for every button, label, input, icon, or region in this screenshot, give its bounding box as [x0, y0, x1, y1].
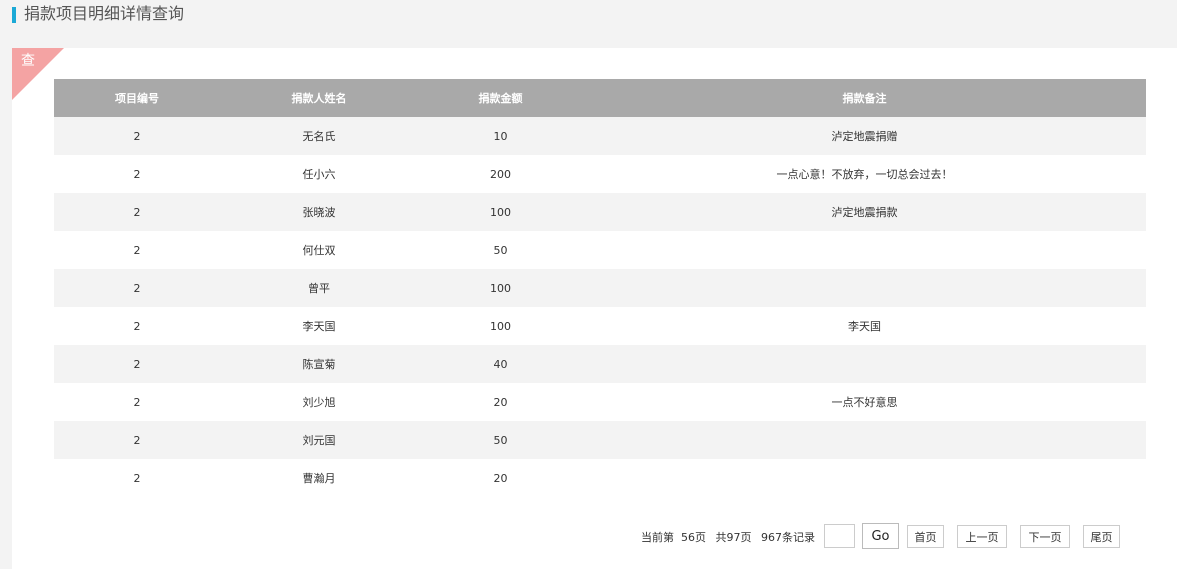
column-header-remark: 捐款备注: [842, 92, 887, 105]
cell-project-id: 2: [133, 281, 141, 295]
cell-amount: 10: [493, 129, 508, 143]
column-header-project-id: 项目编号: [115, 92, 159, 105]
table-row: 2 曹瀚月 20: [54, 459, 1146, 497]
cell-amount: 200: [490, 167, 511, 181]
cell-amount: 40: [493, 357, 508, 371]
cell-amount: 100: [490, 281, 511, 295]
last-page-button[interactable]: 尾页: [1083, 525, 1120, 548]
page-title: 捐款项目明细详情查询: [24, 4, 185, 23]
table-row: 2 曾平 100: [54, 269, 1146, 307]
cell-remark: [583, 269, 1146, 307]
cell-amount: 50: [493, 433, 508, 447]
cell-project-id: 2: [133, 205, 141, 219]
cell-amount: 100: [490, 319, 511, 333]
cell-donor-name: 陈宣菊: [302, 358, 336, 371]
cell-project-id: 2: [133, 319, 141, 333]
cell-donor-name: 何仕双: [302, 244, 336, 257]
column-header-donor-name: 捐款人姓名: [291, 92, 347, 105]
cell-donor-name: 刘元国: [302, 434, 336, 447]
cell-remark: 一点心意！不放弃，一切总会过去！: [776, 168, 953, 181]
cell-donor-name: 任小六: [302, 168, 336, 181]
table-row: 2 李天国 100 李天国: [54, 307, 1146, 345]
cell-project-id: 2: [133, 357, 141, 371]
table-row: 2 刘少旭 20 一点不好意思: [54, 383, 1146, 421]
page-header: 捐款项目明细详情查询: [0, 0, 1177, 30]
cell-project-id: 2: [133, 395, 141, 409]
cell-remark: [583, 345, 1146, 383]
table-row: 2 何仕双 50: [54, 231, 1146, 269]
first-page-button[interactable]: 首页: [907, 525, 944, 548]
current-page-text: 当前第 56页: [641, 531, 706, 544]
cell-remark: [583, 231, 1146, 269]
page-number-input[interactable]: [824, 524, 855, 548]
cell-remark: 一点不好意思: [831, 396, 898, 409]
cell-remark: [583, 421, 1146, 459]
table-row: 2 无名氏 10 泸定地震捐赠: [54, 117, 1146, 155]
cell-project-id: 2: [133, 129, 141, 143]
pagination-bar: 当前第 56页 共97页 967条记录 Go 首页 上一页 下一页 尾页: [12, 523, 1177, 549]
cell-amount: 20: [493, 471, 508, 485]
table-row: 2 张晓波 100 泸定地震捐款: [54, 193, 1146, 231]
total-records-text: 967条记录: [761, 531, 815, 544]
cell-remark: 泸定地震捐赠: [831, 130, 898, 143]
table-row: 2 任小六 200 一点心意！不放弃，一切总会过去！: [54, 155, 1146, 193]
table-row: 2 陈宣菊 40: [54, 345, 1146, 383]
prev-page-button[interactable]: 上一页: [957, 525, 1007, 548]
cell-remark: 泸定地震捐款: [831, 206, 898, 219]
total-pages-text: 共97页: [715, 531, 752, 544]
title-accent-bar: [12, 7, 16, 23]
cell-donor-name: 曾平: [308, 282, 330, 295]
cell-remark: [583, 459, 1146, 497]
next-page-button[interactable]: 下一页: [1020, 525, 1070, 548]
cell-amount: 100: [490, 205, 511, 219]
table-header-row: 项目编号 捐款人姓名 捐款金额 捐款备注: [54, 79, 1146, 117]
cell-donor-name: 刘少旭: [302, 396, 336, 409]
content-panel: 查 项目编号 捐款人姓名 捐款金额 捐款备注 2 无名氏 10 泸定地震捐赠 2…: [12, 48, 1177, 569]
cell-project-id: 2: [133, 243, 141, 257]
cell-project-id: 2: [133, 167, 141, 181]
pagination-info: 当前第 56页 共97页 967条记录: [641, 529, 821, 545]
cell-donor-name: 曹瀚月: [302, 472, 336, 485]
cell-remark: 李天国: [848, 320, 881, 333]
corner-tag-label: 查: [21, 53, 35, 69]
table-row: 2 刘元国 50: [54, 421, 1146, 459]
go-button[interactable]: Go: [862, 523, 899, 549]
cell-project-id: 2: [133, 433, 141, 447]
cell-donor-name: 张晓波: [302, 206, 336, 219]
column-header-amount: 捐款金额: [478, 92, 523, 105]
cell-donor-name: 李天国: [302, 320, 336, 333]
cell-donor-name: 无名氏: [302, 130, 336, 143]
donation-table: 项目编号 捐款人姓名 捐款金额 捐款备注 2 无名氏 10 泸定地震捐赠 2 任…: [54, 79, 1146, 497]
cell-amount: 20: [493, 395, 508, 409]
cell-project-id: 2: [133, 471, 141, 485]
cell-amount: 50: [493, 243, 508, 257]
